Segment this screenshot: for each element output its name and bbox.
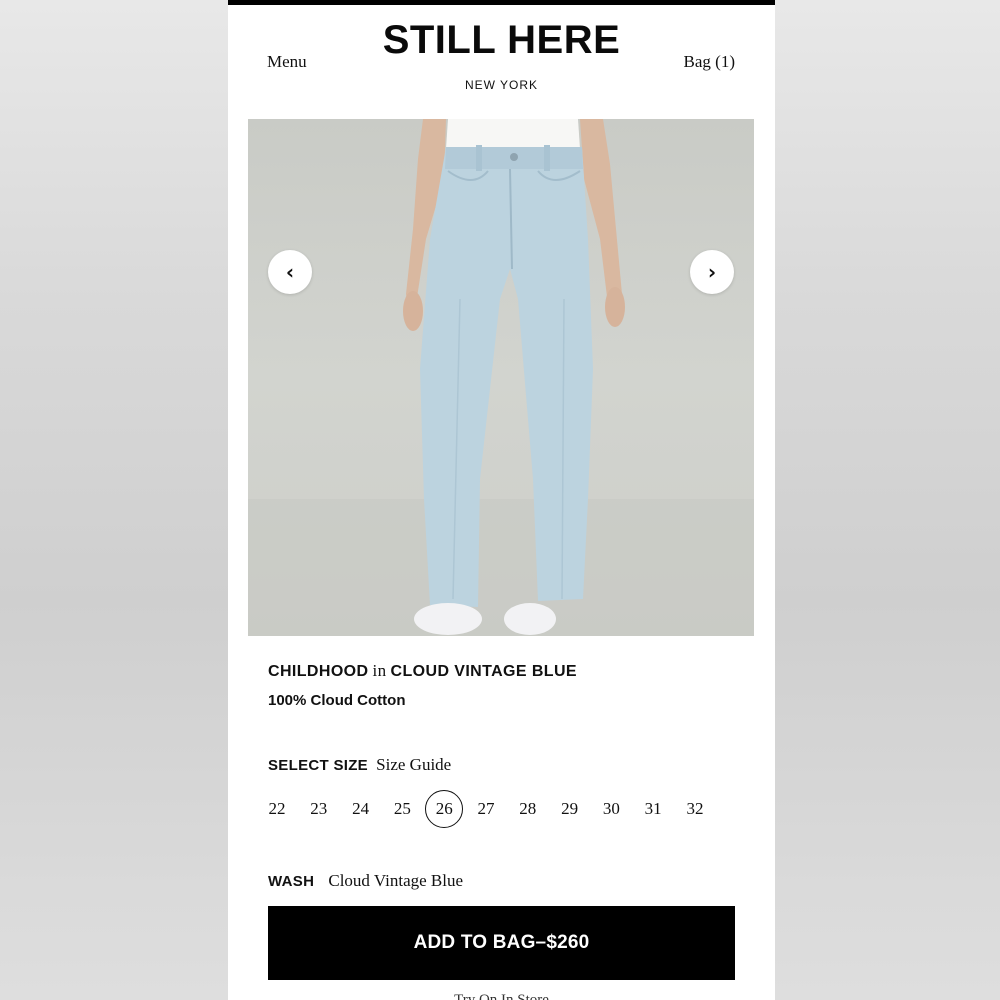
size-option[interactable]: 23 — [300, 790, 338, 828]
product-connector: in — [372, 661, 387, 680]
size-header: SELECT SIZE Size Guide — [268, 755, 451, 775]
size-guide-link[interactable]: Size Guide — [372, 755, 451, 774]
size-option[interactable]: 24 — [342, 790, 380, 828]
product-image-carousel[interactable]: ‹ › — [248, 119, 754, 636]
add-to-bag-button[interactable]: ADD TO BAG–$260 — [268, 906, 735, 980]
product-name: CHILDHOOD — [268, 663, 369, 680]
size-option[interactable]: 32 — [676, 790, 714, 828]
background-left — [0, 0, 228, 1000]
size-option[interactable]: 28 — [509, 790, 547, 828]
size-option[interactable]: 25 — [383, 790, 421, 828]
chevron-left-icon: ‹ — [285, 260, 295, 284]
top-bar — [228, 0, 775, 5]
product-photo — [248, 119, 754, 636]
size-options: 22 23 24 25 26 27 28 29 30 31 32 — [258, 790, 718, 828]
product-page: Menu STILL HERE NEW YORK Bag (1) ‹ › CHI… — [228, 0, 775, 1000]
chevron-right-icon: › — [707, 260, 717, 284]
try-on-in-store-link[interactable]: Try On In Store — [228, 992, 775, 1000]
size-option[interactable]: 22 — [258, 790, 296, 828]
size-option[interactable]: 30 — [592, 790, 630, 828]
product-color: CLOUD VINTAGE BLUE — [390, 663, 577, 680]
brand-location: NEW YORK — [464, 78, 539, 92]
carousel-next-button[interactable]: › — [690, 250, 734, 294]
product-title: CHILDHOOD in CLOUD VINTAGE BLUE — [268, 661, 577, 681]
wash-info: WASH Cloud Vintage Blue — [268, 871, 463, 891]
carousel-prev-button[interactable]: ‹ — [268, 250, 312, 294]
size-option[interactable]: 27 — [467, 790, 505, 828]
wash-label: WASH — [268, 873, 315, 890]
wash-value: Cloud Vintage Blue — [328, 871, 464, 890]
select-size-label: SELECT SIZE — [268, 757, 368, 774]
size-option[interactable]: 31 — [634, 790, 672, 828]
background-right — [772, 0, 1000, 1000]
size-option-selected[interactable]: 26 — [425, 790, 464, 828]
product-material: 100% Cloud Cotton — [268, 692, 406, 709]
size-option[interactable]: 29 — [551, 790, 589, 828]
bag-link[interactable]: Bag (1) — [684, 52, 735, 72]
